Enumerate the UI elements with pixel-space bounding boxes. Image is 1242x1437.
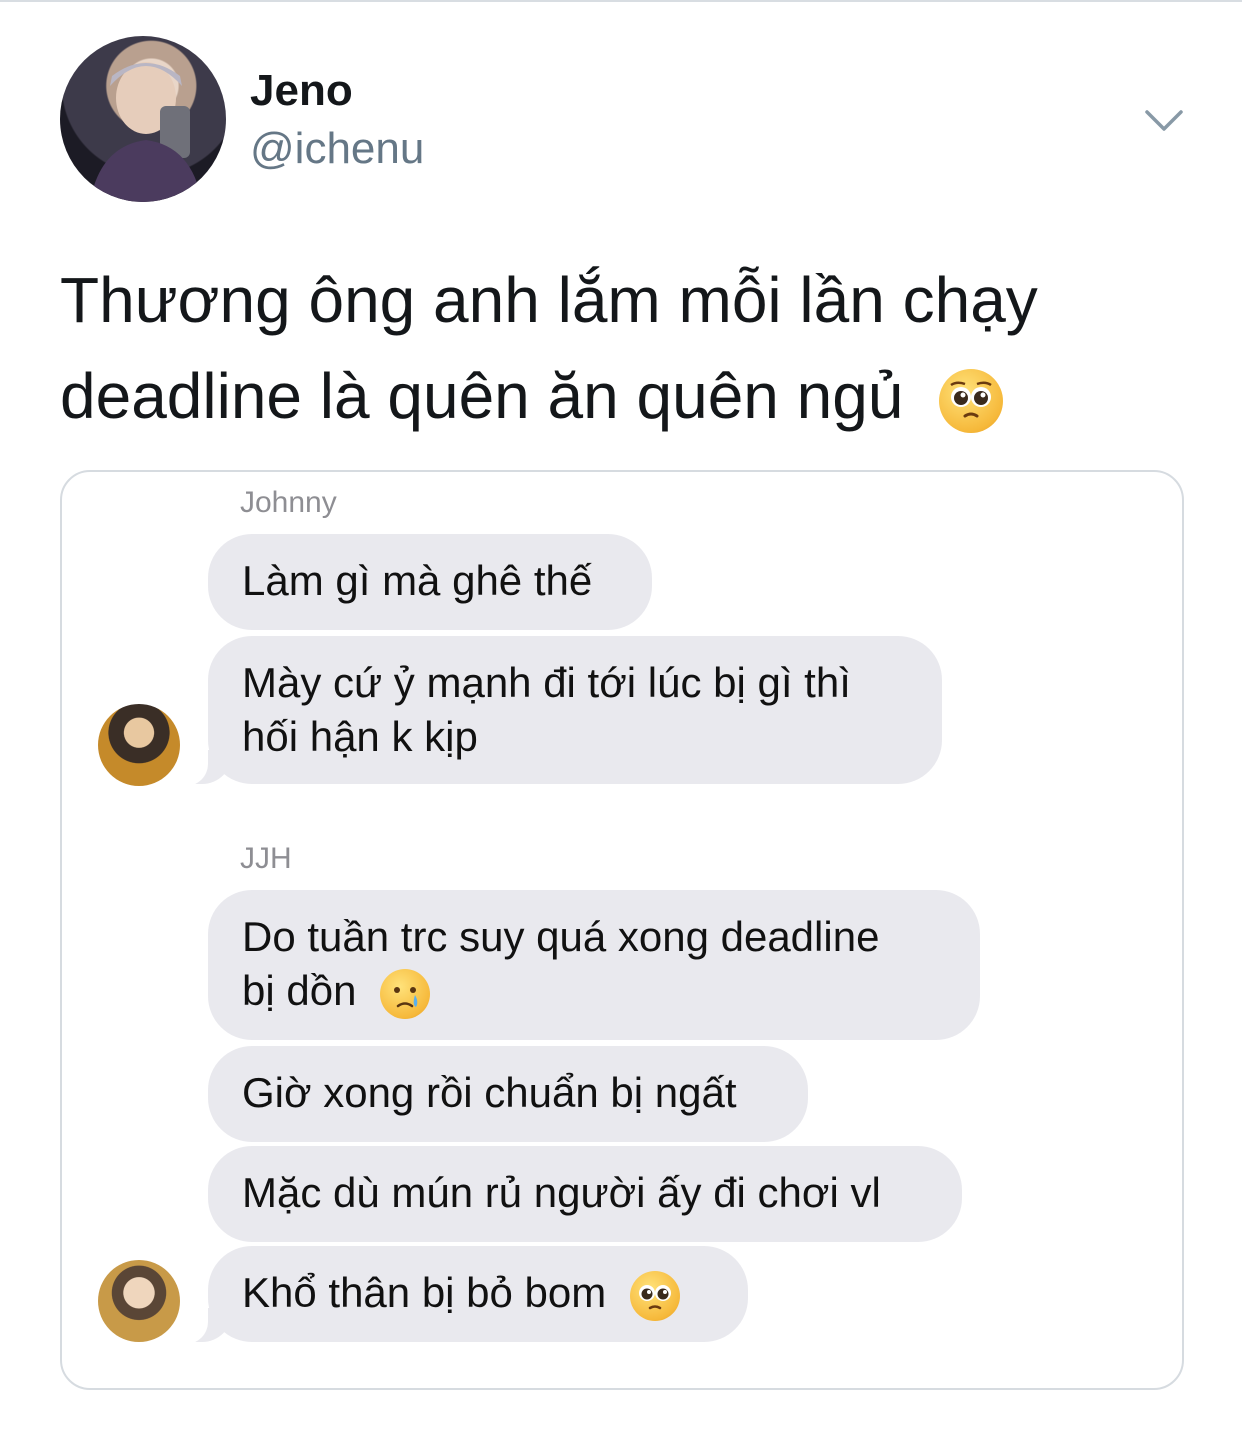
pleading-face-emoji <box>629 1270 680 1321</box>
message-bubble: Mặc dù mún rủ người ấy đi chơi vl <box>208 1146 962 1242</box>
tweet-text: Thương ông anh lắm mỗi lần chạy deadline… <box>60 252 1190 444</box>
message-bubble: Khổ thân bị bỏ bom <box>174 1246 748 1344</box>
author-avatar[interactable] <box>60 36 226 202</box>
user-handle[interactable]: @ichenu <box>250 124 424 174</box>
message-bubble: Mày cứ ỷ mạnh đi tới lúc bị gì thì hối h… <box>174 636 942 786</box>
sender-name: JJH <box>240 842 292 875</box>
message-bubble: Giờ xong rồi chuẩn bị ngất <box>208 1046 808 1142</box>
contact-avatar <box>98 1260 180 1342</box>
tweet-text-line: deadline là quên ăn quên ngủ <box>60 348 1190 444</box>
contact-avatar <box>98 704 180 786</box>
crying-face-emoji <box>380 968 431 1019</box>
message-bubble: Do tuần trc suy quá xong deadline bị dồn <box>208 890 980 1040</box>
chevron-down-icon[interactable] <box>1144 104 1184 134</box>
sender-name: Johnny <box>240 486 337 519</box>
message-bubble: Làm gì mà ghê thế <box>208 534 652 630</box>
display-name[interactable]: Jeno <box>250 66 353 116</box>
attached-image[interactable]: Johnny Làm gì mà ghê thế Mày cứ ỷ mạnh đ… <box>60 470 1184 1390</box>
top-divider <box>0 0 1242 2</box>
tweet-text-line: Thương ông anh lắm mỗi lần chạy <box>60 264 1038 336</box>
pleading-face-emoji <box>939 369 1004 434</box>
